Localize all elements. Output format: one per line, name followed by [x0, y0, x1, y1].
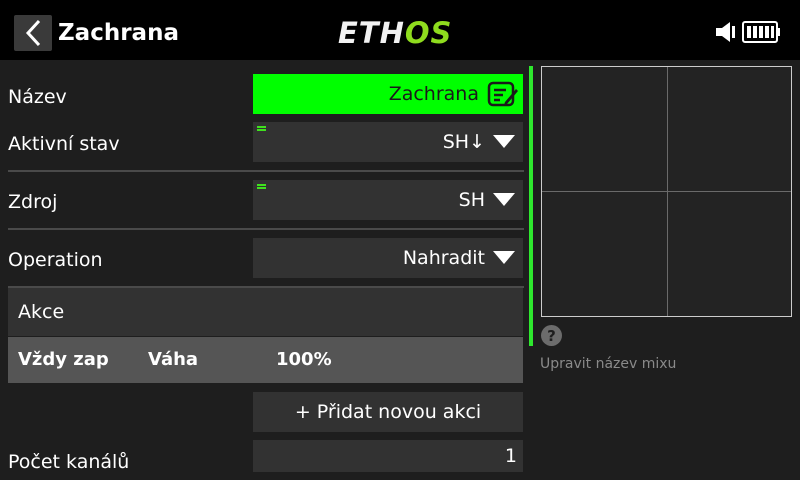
active-state-label: Aktivní stav: [8, 133, 120, 155]
active-state-select[interactable]: SH↓: [253, 122, 523, 162]
name-field[interactable]: Zachrana: [253, 74, 523, 114]
actions-label: Akce: [18, 301, 65, 323]
divider: [8, 170, 524, 172]
operation-label: Operation: [8, 249, 103, 271]
ethos-logo: ETH OS: [338, 16, 453, 50]
dropdown-arrow-icon: [493, 193, 515, 206]
help-text: Upravit název mixu: [540, 356, 677, 372]
chevron-left-icon: [25, 19, 41, 47]
back-button[interactable]: [14, 15, 52, 51]
mix-preview-graph: [541, 66, 792, 317]
logo-text-os: OS: [404, 16, 453, 50]
help-icon[interactable]: ?: [541, 325, 562, 346]
source-marker-icon: [257, 126, 266, 132]
page-title: Zachrana: [58, 20, 179, 46]
name-value: Zachrana: [388, 83, 479, 105]
name-label: Název: [8, 86, 67, 108]
status-area: [715, 20, 782, 44]
source-value: SH: [458, 189, 485, 211]
source-label: Zdroj: [8, 191, 58, 213]
action-weight-label: Váha: [148, 349, 199, 370]
speaker-icon[interactable]: [715, 20, 737, 44]
logo-text-eth: ETH: [338, 16, 405, 50]
top-bar: Zachrana ETH OS: [0, 0, 800, 60]
source-select[interactable]: SH: [253, 180, 523, 220]
actions-header: [8, 288, 523, 336]
operation-value: Nahradit: [402, 247, 485, 269]
graph-horizontal-axis: [542, 191, 791, 192]
operation-select[interactable]: Nahradit: [253, 238, 523, 278]
add-action-button[interactable]: + Přidat novou akci: [253, 392, 523, 432]
dropdown-arrow-icon: [493, 251, 515, 264]
battery-icon: [742, 21, 780, 43]
channel-count-field[interactable]: 1: [253, 440, 523, 472]
scrollbar[interactable]: [529, 66, 533, 346]
channel-count-value: 1: [504, 445, 517, 467]
action-weight-value: 100%: [276, 349, 332, 370]
edit-icon: [487, 81, 518, 107]
source-marker-icon: [257, 184, 266, 190]
channel-count-label: Počet kanálů: [8, 451, 130, 473]
dropdown-arrow-icon: [493, 135, 515, 148]
divider: [8, 228, 524, 230]
action-mode: Vždy zap: [18, 349, 109, 370]
active-state-value: SH↓: [442, 131, 485, 153]
